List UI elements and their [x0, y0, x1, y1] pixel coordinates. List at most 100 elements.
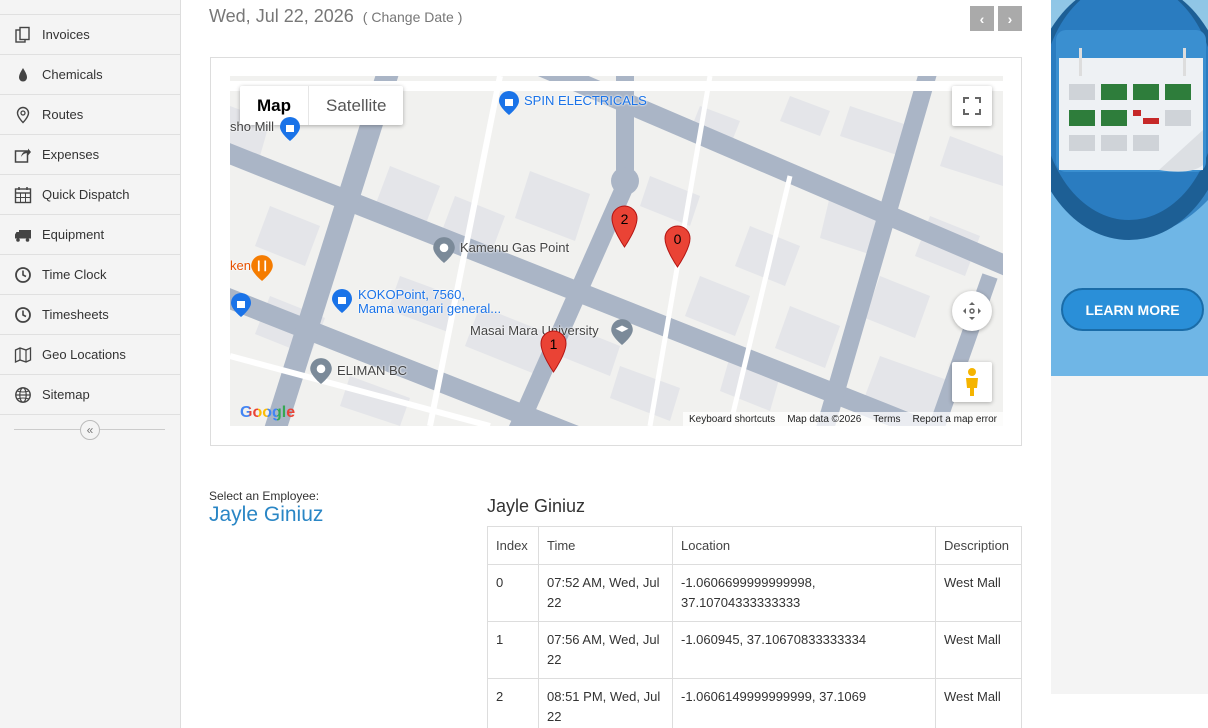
- sidebar-item-label: Invoices: [42, 27, 90, 42]
- sidebar-item-invoices[interactable]: Invoices: [0, 15, 180, 55]
- chevron-right-icon: ›: [1007, 10, 1013, 27]
- pegman-icon: [966, 368, 978, 396]
- business-poi-icon: [310, 358, 332, 384]
- calendar-icon: [13, 186, 33, 204]
- table-header-row: Index Time Location Description: [487, 526, 1022, 565]
- sidebar-item-quick-dispatch[interactable]: Quick Dispatch: [0, 175, 180, 215]
- sidebar-item-chemicals[interactable]: Chemicals: [0, 55, 180, 95]
- move-arrows-icon: [963, 302, 981, 320]
- poi-label-kamenu[interactable]: Kamenu Gas Point: [460, 240, 569, 255]
- advertisement-banner[interactable]: LEARN MORE: [1051, 0, 1208, 376]
- ad-placeholder: [1051, 376, 1208, 694]
- clock-icon: [13, 266, 33, 284]
- poi-label-spin[interactable]: SPIN ELECTRICALS: [524, 93, 647, 108]
- restaurant-poi-icon: [251, 255, 273, 281]
- column-header-time: Time: [538, 526, 673, 565]
- map-pin-icon: [13, 106, 33, 124]
- cell-index: 1: [487, 621, 539, 679]
- table-row: 0 07:52 AM, Wed, Jul 22 -1.0606699999999…: [487, 564, 1022, 622]
- map-footer: Keyboard shortcuts Map data ©2026 Terms …: [683, 412, 1003, 426]
- column-header-location: Location: [672, 526, 936, 565]
- cell-description: West Mall: [935, 678, 1022, 728]
- location-log-table: Index Time Location Description 0 07:52 …: [487, 526, 1022, 728]
- sidebar-item-label: Chemicals: [42, 67, 103, 82]
- change-date-link[interactable]: ( Change Date ): [363, 9, 463, 25]
- gas-poi-icon: [433, 237, 455, 263]
- poi-label-koko-2[interactable]: Mama wangari general...: [358, 301, 501, 316]
- current-date: Wed, Jul 22, 2026 ( Change Date ): [209, 6, 462, 27]
- poi-label-shomill[interactable]: sho Mill: [230, 119, 274, 134]
- previous-day-button[interactable]: ‹: [970, 6, 994, 31]
- sidebar-item-sitemap[interactable]: Sitemap: [0, 375, 180, 415]
- cell-location: -1.0606149999999999, 37.1069: [672, 678, 936, 728]
- sidebar-item-label: Quick Dispatch: [42, 187, 130, 202]
- shopping-poi-icon: [332, 289, 352, 313]
- street-view-pegman-button[interactable]: [952, 362, 992, 402]
- sidebar-item-geo-locations[interactable]: Geo Locations: [0, 335, 180, 375]
- truck-icon: [13, 226, 33, 244]
- fullscreen-button[interactable]: [952, 86, 992, 126]
- sidebar-item-time-clock[interactable]: Time Clock: [0, 255, 180, 295]
- google-logo-text: Google: [240, 404, 296, 421]
- globe-icon: [13, 386, 33, 404]
- cell-time: 07:52 AM, Wed, Jul 22: [538, 564, 673, 622]
- select-employee-label: Select an Employee:: [209, 489, 320, 503]
- camera-control-button[interactable]: [952, 291, 992, 331]
- shopping-poi-icon: [499, 91, 519, 115]
- invoices-icon: [13, 26, 33, 44]
- google-logo[interactable]: Google: [240, 404, 295, 422]
- sidebar-item-label: Time Clock: [42, 267, 107, 282]
- cell-time: 07:56 AM, Wed, Jul 22: [538, 621, 673, 679]
- table-title: Jayle Giniuz: [487, 496, 586, 516]
- map-icon: [13, 346, 33, 364]
- map-data-attribution: Map data ©2026: [787, 413, 862, 425]
- terms-link[interactable]: Terms: [867, 414, 906, 425]
- poi-label-masai[interactable]: Masai Mara University: [470, 323, 599, 338]
- report-map-error-link[interactable]: Report a map error: [907, 414, 1003, 425]
- sidebar-item-label: Expenses: [42, 147, 100, 162]
- school-poi-icon: [611, 319, 633, 345]
- map-canvas[interactable]: Map Satellite SPIN ELECTRICALS sho Mill …: [230, 76, 1003, 426]
- cell-time: 08:51 PM, Wed, Jul 22: [538, 678, 673, 728]
- cell-description: West Mall: [935, 621, 1022, 679]
- map-marker-2[interactable]: 2: [611, 205, 638, 248]
- droplet-icon: [13, 66, 33, 84]
- marker-label: 0: [673, 231, 682, 247]
- date-text: Wed, Jul 22, 2026: [209, 6, 354, 26]
- map-container: Map Satellite SPIN ELECTRICALS sho Mill …: [210, 57, 1022, 446]
- sidebar-collapse-row: «: [0, 415, 180, 445]
- marker-label: 2: [620, 211, 629, 227]
- employee-selector-link[interactable]: Jayle Giniuz: [209, 503, 323, 527]
- sidebar-item-equipment[interactable]: Equipment: [0, 215, 180, 255]
- sidebar-item-label: Equipment: [42, 227, 105, 242]
- sidebar-item-label: Routes: [42, 107, 84, 122]
- sidebar: Invoices Chemicals Routes Expenses Quick…: [0, 0, 181, 728]
- sidebar-item-label: Sitemap: [42, 387, 90, 402]
- sidebar-item-partial[interactable]: [0, 0, 180, 15]
- map-marker-0[interactable]: 0: [664, 225, 691, 268]
- keyboard-shortcuts-link[interactable]: Keyboard shortcuts: [683, 414, 781, 425]
- cell-location: -1.060945, 37.10670833333334: [672, 621, 936, 679]
- poi-label-ken[interactable]: ken: [230, 258, 251, 273]
- double-chevron-left-icon: «: [86, 423, 94, 437]
- cell-index: 0: [487, 564, 539, 622]
- chevron-left-icon: ‹: [979, 10, 985, 27]
- fullscreen-icon: [963, 97, 981, 115]
- table-row: 1 07:56 AM, Wed, Jul 22 -1.060945, 37.10…: [487, 621, 1022, 679]
- share-icon: [13, 146, 33, 164]
- map-type-satellite-button[interactable]: Satellite: [309, 86, 403, 125]
- shopping-poi-icon: [280, 117, 300, 141]
- next-day-button[interactable]: ›: [998, 6, 1022, 31]
- sidebar-item-timesheets[interactable]: Timesheets: [0, 295, 180, 335]
- cell-index: 2: [487, 678, 539, 728]
- shopping-poi-icon: [231, 293, 251, 317]
- sidebar-item-routes[interactable]: Routes: [0, 95, 180, 135]
- cell-location: -1.0606699999999998, 37.10704333333333: [672, 564, 936, 622]
- cell-description: West Mall: [935, 564, 1022, 622]
- clock-icon: [13, 306, 33, 324]
- learn-more-button[interactable]: LEARN MORE: [1061, 288, 1204, 331]
- sidebar-item-expenses[interactable]: Expenses: [0, 135, 180, 175]
- map-marker-1[interactable]: 1: [540, 330, 567, 373]
- poi-label-eliman[interactable]: ELIMAN BC: [337, 363, 407, 378]
- collapse-sidebar-button[interactable]: «: [80, 420, 100, 440]
